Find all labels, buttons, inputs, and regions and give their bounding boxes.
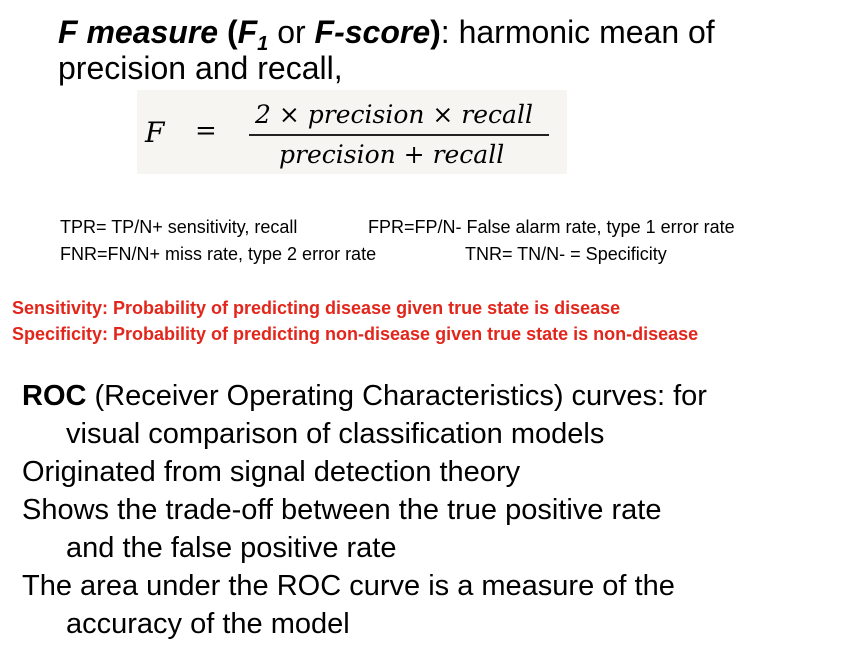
close-paren: ) [430, 14, 441, 50]
fpr-text: FPR=FP/N- False alarm rate, type 1 error… [368, 217, 735, 237]
specificity-definition: Specificity: Probability of predicting n… [12, 324, 699, 344]
roc-line-1-rest: (Receiver Operating Characteristics) cur… [86, 380, 707, 412]
formula-lhs: F [145, 116, 165, 149]
formula-equals: = [195, 116, 217, 146]
f-score-term: F-score [314, 14, 431, 50]
f-measure-desc: : harmonic mean of [440, 14, 715, 50]
fnr-text: FNR=FN/N+ miss rate, type 2 error rate [60, 244, 377, 264]
roc-line-6: The area under the ROC curve is a measur… [22, 570, 675, 602]
formula-denominator: precision + recall [279, 140, 505, 169]
or-text: or [268, 14, 315, 50]
roc-line-1: ROC (Receiver Operating Characteristics)… [22, 378, 707, 414]
f-symbol: F [237, 14, 258, 50]
fraction-bar [249, 134, 549, 136]
roc-line-4: Shows the trade-off between the true pos… [22, 494, 662, 526]
formula-numerator: 2 × precision × recall [255, 100, 533, 129]
sensitivity-definition: Sensitivity: Probability of predicting d… [12, 298, 621, 318]
f-measure-formula: F = 2 × precision × recall precision + r… [137, 90, 567, 174]
roc-line-3: Originated from signal detection theory [22, 456, 521, 488]
roc-term: ROC [22, 380, 87, 412]
tpr-text: TPR= TP/N+ sensitivity, recall [60, 217, 298, 237]
tnr-text: TNR= TN/N- = Specificity [465, 244, 667, 264]
roc-line-2: visual comparison of classification mode… [66, 418, 605, 450]
roc-line-7: accuracy of the model [66, 608, 350, 640]
f-measure-desc-line2: precision and recall, [58, 50, 343, 86]
f-measure-term: F measure [58, 14, 219, 50]
open-paren: ( [218, 14, 238, 50]
roc-line-5: and the false positive rate [66, 532, 397, 564]
